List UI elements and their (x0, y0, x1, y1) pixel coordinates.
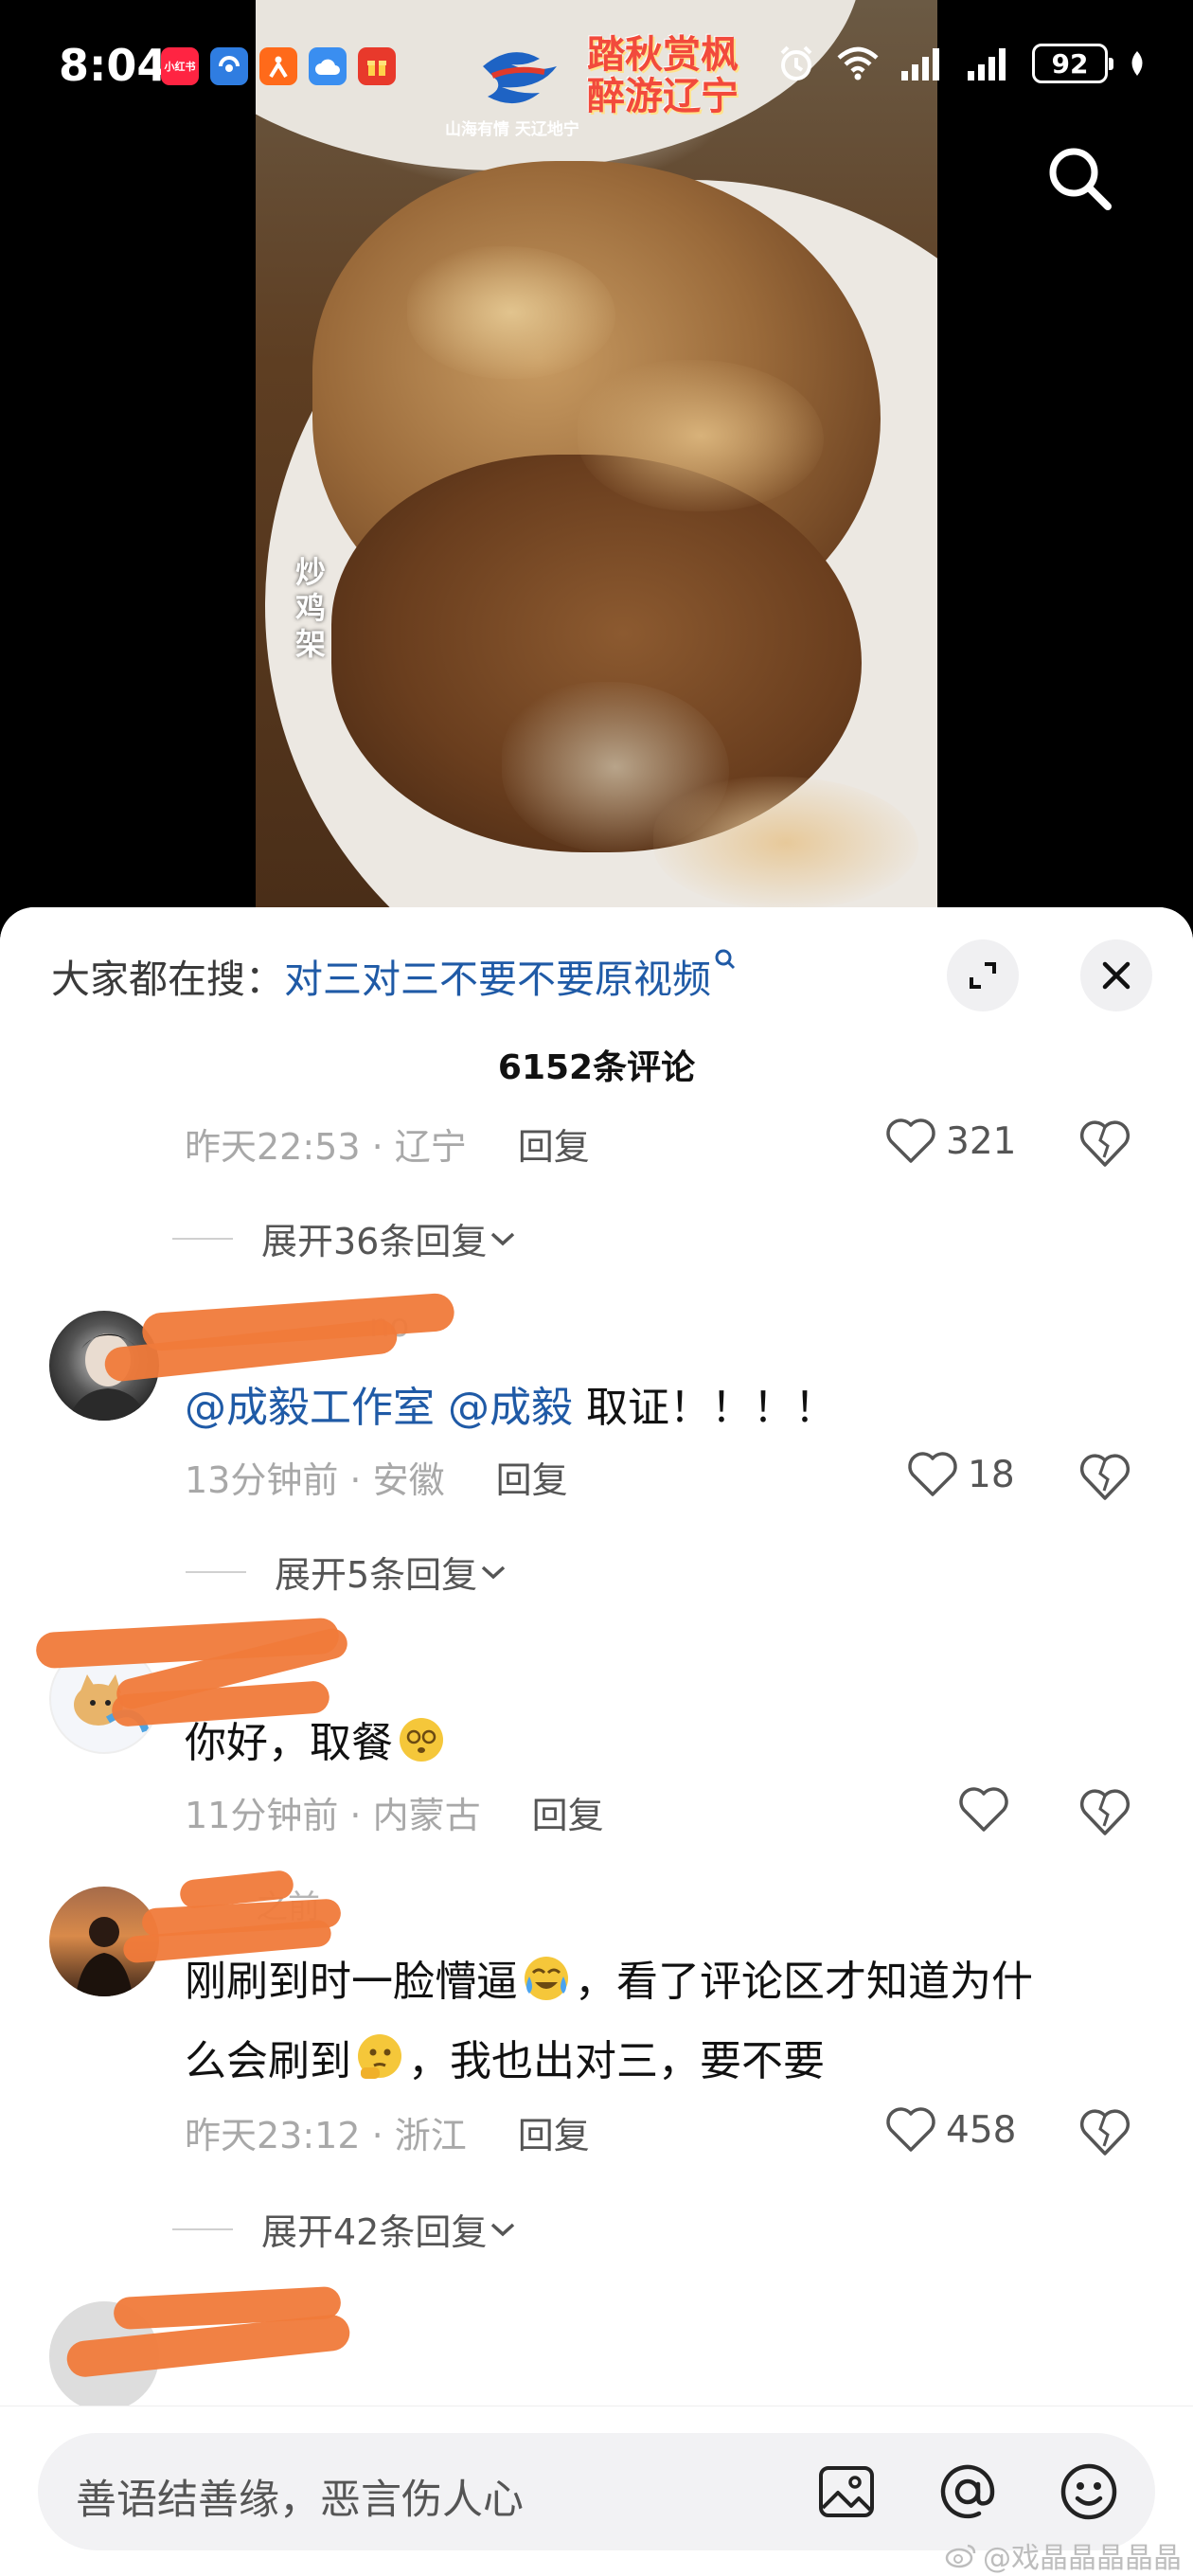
expand-replies-button[interactable]: 展开42条回复 (172, 2203, 519, 2255)
sports-app-icon (259, 47, 297, 85)
expand-sheet-button[interactable] (947, 939, 1019, 1011)
watermark-text: @戏晶晶晶晶晶 (983, 2542, 1182, 2575)
mention-button[interactable] (932, 2456, 1004, 2528)
dish-label: 炒鸡架 (295, 554, 327, 662)
expand-icon (970, 962, 996, 989)
close-button[interactable] (1080, 939, 1152, 1011)
status-bar: 8:04 小红书 山海有情 天辽地宁 踏秋赏枫醉游辽宁 92 (0, 0, 1193, 142)
comment-meta: 11分钟前 · 内蒙古 回复 (185, 1786, 604, 1838)
heart-icon (959, 1787, 1008, 1832)
blue-app-icon (210, 47, 248, 85)
signal-icon (901, 48, 939, 80)
battery-indicator: 92 (1032, 44, 1113, 83)
heart-icon (886, 1118, 935, 1163)
expand-replies-label: 展开5条回复 (275, 1554, 478, 1596)
chicken-piece (407, 246, 615, 379)
mention-link[interactable]: @成毅 (448, 1384, 573, 1432)
weibo-icon (945, 2544, 976, 2568)
wifi-icon (837, 46, 879, 80)
broken-heart-icon[interactable] (1077, 2104, 1132, 2159)
comment-meta: 13分钟前 · 安徽 回复 (185, 1451, 568, 1503)
comment-text: 刚刷到时一脸懵逼 ，看了评论区才知道为什 (185, 1947, 1033, 2008)
comment-time-location: 昨天22:53 · 辽宁 (185, 1126, 467, 1168)
comment-body-part: ，看了评论区才知道为什 (575, 1958, 1033, 2006)
like-button[interactable]: 458 (885, 2106, 1016, 2154)
comment-body-part: 么会刷到 (185, 2037, 351, 2085)
comment-input-placeholder: 善语结善缘，恶言伤人心 (76, 2477, 524, 2524)
promo-banner[interactable]: 山海有情 天辽地宁 踏秋赏枫醉游辽宁 (445, 28, 757, 142)
hot-search[interactable]: 大家都在搜：对三对三不要不要原视频 (51, 947, 738, 1004)
crying-laughing-emoji-icon (525, 1957, 568, 2000)
chevron-down-icon (482, 1565, 506, 1579)
broken-heart-icon[interactable] (1077, 1784, 1132, 1839)
weibo-watermark: @戏晶晶晶晶晶 (945, 2534, 1182, 2576)
mention-link[interactable]: @成毅工作室 (185, 1384, 435, 1432)
like-count: 321 (946, 1119, 1017, 1163)
like-count: 18 (968, 1453, 1015, 1496)
comment-time-location: 昨天23:12 · 浙江 (185, 2115, 467, 2156)
reply-button[interactable]: 回复 (518, 1126, 590, 1168)
expand-replies-button[interactable]: 展开5条回复 (186, 1546, 509, 1598)
emoji-button[interactable] (1053, 2456, 1125, 2528)
comment-body-part: ，我也出对三，要不要 (408, 2037, 825, 2085)
image-button[interactable] (810, 2456, 882, 2528)
like-button[interactable]: 18 (907, 1451, 1015, 1498)
chevron-down-icon (491, 2223, 515, 2236)
signal-icon-2 (968, 48, 1006, 80)
hot-search-query[interactable]: 对三对三不要不要原视频 (284, 957, 711, 1002)
reply-button[interactable]: 回复 (532, 1795, 604, 1836)
expand-replies-label: 展开42条回复 (261, 2211, 488, 2253)
hot-search-prefix: 大家都在搜： (51, 957, 284, 1002)
close-icon (1102, 961, 1131, 990)
cloud-app-icon (309, 47, 347, 85)
comment-meta: 昨天22:53 · 辽宁 回复 (185, 1118, 590, 1170)
thinking-face-emoji-icon (358, 2034, 401, 2079)
search-small-icon (715, 949, 736, 970)
comment-text: @成毅工作室 @成毅 取证！！！！ (185, 1373, 836, 1434)
broken-heart-icon[interactable] (1077, 1449, 1132, 1504)
expand-replies-button[interactable]: 展开36条回复 (172, 1212, 519, 1264)
comment-text: 你好，取餐 (185, 1708, 450, 1769)
comment-sheet-header: 大家都在搜：对三对三不要不要原视频 6152条评论 (0, 907, 1193, 1097)
comment-meta: 昨天23:12 · 浙江 回复 (185, 2106, 590, 2158)
gift-app-icon (358, 47, 396, 85)
image-icon (819, 2466, 874, 2517)
reply-button[interactable]: 回复 (496, 1459, 568, 1501)
search-icon[interactable] (1042, 140, 1117, 216)
comment-text-line2: 么会刷到 ，我也出对三，要不要 (185, 2027, 825, 2087)
liaoning-logo-icon (483, 52, 557, 104)
at-sign-icon (940, 2464, 995, 2519)
promo-title: 踏秋赏枫醉游辽宁 (587, 33, 739, 118)
comment-input[interactable]: 善语结善缘，恶言伤人心 (38, 2433, 1155, 2550)
comment-body: 你好，取餐 (185, 1719, 393, 1767)
heart-icon (886, 2107, 935, 2152)
smiley-icon (1060, 2463, 1117, 2520)
comment-sheet: 大家都在搜：对三对三不要不要原视频 6152条评论 昨天22:53 · 辽宁 回复… (0, 907, 1193, 2576)
reply-button[interactable]: 回复 (518, 2115, 590, 2156)
status-icons: 92 (776, 44, 1148, 83)
like-count: 458 (946, 2108, 1017, 2152)
xiaohongshu-app-icon: 小红书 (161, 47, 199, 85)
comment-body-part: 刚刷到时一脸懵逼 (185, 1958, 518, 2006)
heart-icon (908, 1452, 957, 1496)
promo-subtitle: 山海有情 天辽地宁 (445, 120, 579, 139)
broken-heart-icon[interactable] (1077, 1116, 1132, 1171)
comment-time-location: 11分钟前 · 内蒙古 (185, 1795, 481, 1836)
alarm-icon (780, 45, 812, 80)
like-button[interactable]: 321 (885, 1118, 1016, 1165)
expand-replies-label: 展开36条回复 (261, 1221, 488, 1262)
onion-slices (653, 777, 918, 909)
status-time: 8:04 (59, 40, 168, 91)
comment-time-location: 13分钟前 · 安徽 (185, 1459, 445, 1501)
chevron-down-icon (491, 1232, 515, 1245)
dizzy-face-emoji-icon (400, 1718, 443, 1762)
comment-count-title: 6152条评论 (497, 1048, 696, 1087)
comment-body: 取证！！！！ (573, 1384, 836, 1432)
notification-app-icons: 小红书 (161, 47, 396, 85)
like-button[interactable] (958, 1786, 1009, 1834)
leaf-icon (1131, 51, 1143, 76)
